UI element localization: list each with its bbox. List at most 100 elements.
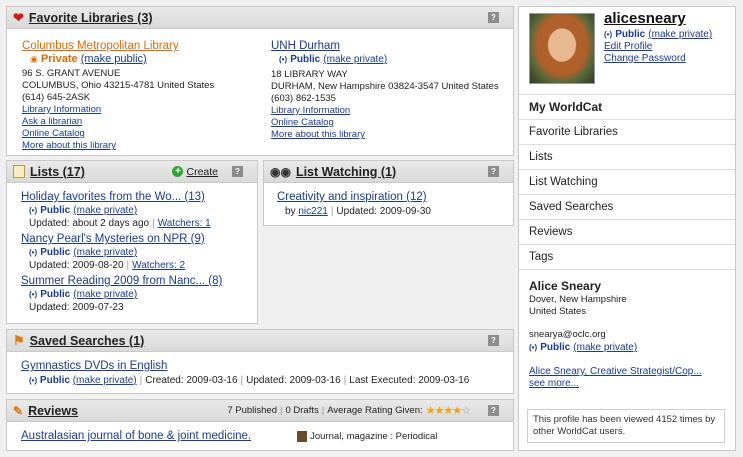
profile-link[interactable]: Alice Sneary, Creative Strategist/Cop... (529, 366, 725, 378)
journal-icon (297, 431, 308, 442)
make-private-link[interactable]: (make private) (73, 375, 137, 386)
ask-a-librarian-link[interactable]: Ask a librarian (22, 116, 267, 128)
help-icon[interactable]: ? (488, 335, 499, 346)
library-information-link[interactable]: Library Information (22, 104, 267, 116)
heart-icon: ❤ (13, 9, 24, 25)
library-address: 18 LIBRARY WAY (271, 69, 348, 80)
list-title-link[interactable]: Nancy Pearl's Mysteries on NPR (9) (21, 233, 256, 245)
view-count-box: This profile has been viewed 4152 times … (527, 409, 725, 443)
create-list-button[interactable]: + Create (172, 166, 218, 178)
make-private-link[interactable]: (make private) (73, 205, 137, 216)
nav-heading: My WorldCat (519, 94, 735, 119)
star-filled-icon: ★ (452, 405, 462, 417)
list-item: Nancy Pearl's Mysteries on NPR (9) (•) P… (21, 233, 256, 272)
person-name: Alice Sneary (529, 279, 602, 293)
person-location: Dover, New Hampshire (529, 294, 627, 305)
profile-sidebar: alicesneary (•) Public (make private) Ed… (518, 6, 736, 451)
list-item: Summer Reading 2009 from Nanc... (8) (•)… (21, 275, 256, 314)
watched-list-link[interactable]: Creativity and inspiration (12) (277, 191, 431, 204)
nav-item-list-watching[interactable]: List Watching (519, 169, 735, 194)
list-watching-panel: ◉◉ List Watching (1) ? Creativity and in… (263, 160, 514, 226)
nav-item-reviews[interactable]: Reviews (519, 219, 735, 244)
library-name-link[interactable]: Columbus Metropolitan Library (22, 40, 267, 52)
person-country: United States (529, 306, 587, 317)
add-icon: + (172, 166, 184, 177)
lists-header: Lists (17) + Create ? (7, 161, 257, 183)
library-entry: Columbus Metropolitan Library ◉ Private … (22, 40, 267, 152)
online-catalog-link[interactable]: Online Catalog (271, 117, 511, 129)
user-link[interactable]: nic221 (298, 206, 327, 217)
reviews-panel: ✎ Reviews 7 Published | 0 Drafts | Average R… (6, 399, 514, 451)
library-city: COLUMBUS, Ohio 43215-4781 United States (22, 80, 215, 91)
private-icon: ◉ (30, 54, 38, 64)
public-icon: (•) (529, 343, 538, 352)
list-watching-header: ◉◉ List Watching (1) ? (264, 161, 513, 183)
make-private-link[interactable]: (make private) (573, 342, 637, 353)
help-icon[interactable]: ? (488, 12, 499, 23)
public-icon: (•) (604, 30, 613, 39)
drafts-count: 0 Drafts (285, 405, 319, 416)
edit-profile-link[interactable]: Edit Profile (604, 41, 712, 53)
make-private-link[interactable]: (make private) (73, 247, 137, 258)
saved-searches-title[interactable]: Saved Searches (1) (30, 334, 145, 348)
nav-item-saved-searches[interactable]: Saved Searches (519, 194, 735, 219)
make-private-link[interactable]: (make private) (73, 289, 137, 300)
lists-panel: Lists (17) + Create ? Holiday favorites … (6, 160, 258, 324)
make-private-link[interactable]: (make private) (323, 54, 387, 65)
public-icon: (•) (29, 206, 38, 215)
help-icon[interactable]: ? (488, 166, 499, 177)
nav-item-favorite-libraries[interactable]: Favorite Libraries (519, 119, 735, 144)
list-icon (13, 165, 25, 178)
library-entry: UNH Durham (•) Public (make private) 18 … (271, 40, 511, 141)
created-text: Created: 2009-03-16 (145, 375, 238, 386)
see-more-link[interactable]: see more... (529, 378, 725, 390)
lists-title[interactable]: Lists (17) (30, 165, 85, 179)
updated-text: Updated: 2009-03-16 (246, 375, 341, 386)
privacy-status: Private (40, 53, 78, 65)
reviews-icon: ✎ (13, 403, 24, 418)
nav-item-lists[interactable]: Lists (519, 144, 735, 169)
list-title-link[interactable]: Holiday favorites from the Wo... (13) (21, 191, 256, 203)
library-phone: (603) 862-1535 (271, 93, 336, 104)
privacy-status: Public (40, 289, 71, 300)
more-about-library-link[interactable]: More about this library (271, 129, 511, 141)
privacy-status: Public (540, 342, 571, 353)
help-icon[interactable]: ? (488, 405, 499, 416)
favorite-libraries-panel: ❤ Favorite Libraries (3) ? Columbus Metr… (6, 6, 514, 156)
public-icon: (•) (29, 376, 38, 385)
privacy-status: Public (290, 54, 321, 65)
list-item: Holiday favorites from the Wo... (13) (•… (21, 191, 256, 230)
library-address: 96 S. GRANT AVENUE (22, 68, 121, 79)
reviews-header: ✎ Reviews 7 Published | 0 Drafts | Average R… (7, 400, 513, 422)
profile-header: alicesneary (•) Public (make private) Ed… (519, 7, 735, 94)
saved-search-link[interactable]: Gymnastics DVDs in English (21, 360, 469, 373)
library-information-link[interactable]: Library Information (271, 105, 511, 117)
help-icon[interactable]: ? (232, 166, 243, 177)
username[interactable]: alicesneary (604, 11, 712, 26)
library-name-link[interactable]: UNH Durham (271, 40, 511, 52)
reviews-title[interactable]: Reviews (28, 404, 78, 418)
public-icon: (•) (29, 290, 38, 299)
avatar[interactable] (529, 13, 595, 84)
make-public-link[interactable]: (make public) (81, 53, 147, 65)
published-count: 7 Published (227, 405, 277, 416)
watchers-link[interactable]: Watchers: 2 (132, 260, 185, 271)
review-title-link[interactable]: Australasian journal of bone & joint med… (21, 430, 251, 443)
person-info: Alice Sneary Dover, New Hampshire United… (519, 269, 735, 390)
by-label: by (285, 206, 296, 217)
public-icon: (•) (29, 248, 38, 257)
list-title-link[interactable]: Summer Reading 2009 from Nanc... (8) (21, 275, 256, 287)
more-about-library-link[interactable]: More about this library (22, 140, 267, 152)
nav-item-tags[interactable]: Tags (519, 244, 735, 269)
favorite-libraries-header: ❤ Favorite Libraries (3) ? (7, 7, 513, 29)
library-city: DURHAM, New Hampshire 03824-3547 United … (271, 81, 499, 92)
list-watching-title[interactable]: List Watching (1) (296, 165, 396, 179)
make-private-link[interactable]: (make private) (648, 29, 712, 40)
favorite-libraries-title[interactable]: Favorite Libraries (3) (29, 11, 153, 25)
watchers-link[interactable]: Watchers: 1 (158, 218, 211, 229)
privacy-status: Public (615, 29, 646, 40)
change-password-link[interactable]: Change Password (604, 53, 712, 65)
online-catalog-link[interactable]: Online Catalog (22, 128, 267, 140)
person-email: snearya@oclc.org (529, 329, 606, 340)
create-label[interactable]: Create (186, 166, 218, 178)
